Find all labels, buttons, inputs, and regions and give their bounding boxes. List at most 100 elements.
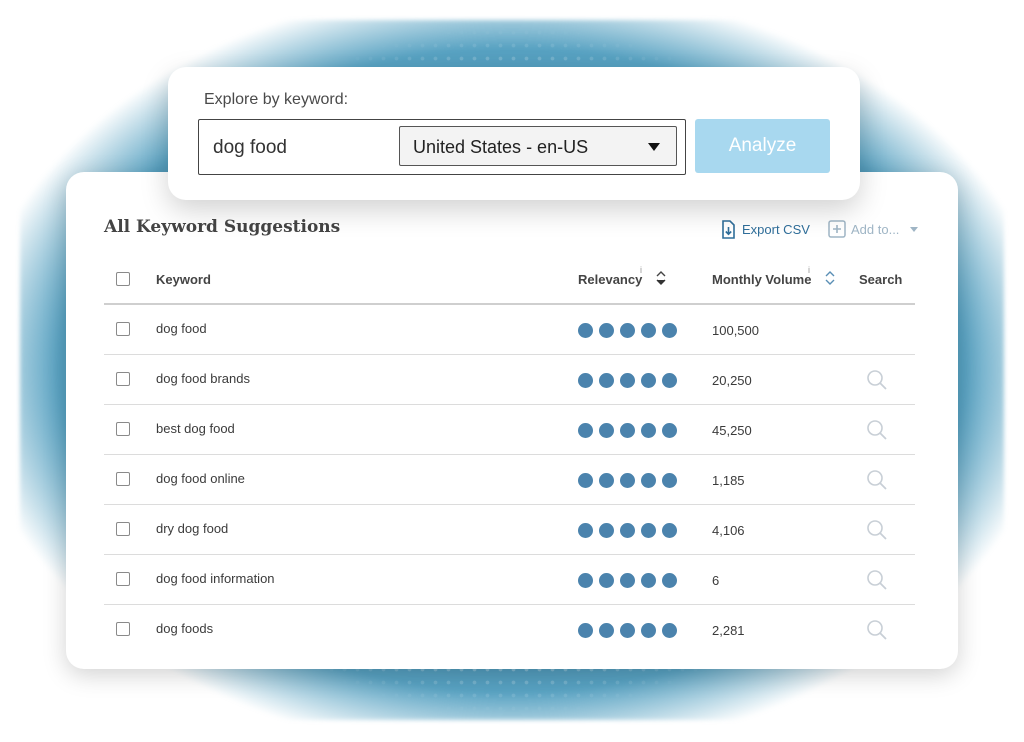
relevancy-dot xyxy=(620,423,635,438)
keyword-cell: dog food brands xyxy=(156,371,250,386)
relevancy-dot xyxy=(641,373,656,388)
relevancy-dot xyxy=(620,373,635,388)
monthly-volume-cell: 4,106 xyxy=(712,523,745,538)
monthly-volume-cell: 6 xyxy=(712,573,720,588)
relevancy-dot xyxy=(620,523,635,538)
keyword-cell: best dog food xyxy=(156,421,235,436)
export-csv-button[interactable]: Export CSV xyxy=(720,218,810,240)
search-label: Explore by keyword: xyxy=(204,91,349,108)
chevron-down-icon xyxy=(910,226,919,232)
table-row: dog food 100,500 xyxy=(104,305,915,355)
analyze-button[interactable]: Analyze xyxy=(695,119,830,173)
column-header-monthly-volume[interactable]: Monthly Volume xyxy=(712,272,811,287)
table-body: dog food 100,500 dog food brands 20,250 best… xyxy=(104,305,915,654)
monthly-volume-cell: 2,281 xyxy=(712,623,745,638)
keyword-suggestions-panel: All Keyword Suggestions Export CSV Add t… xyxy=(66,172,958,669)
magnifier-icon[interactable] xyxy=(866,369,888,391)
relevancy-dot xyxy=(662,373,677,388)
relevancy-dot xyxy=(641,323,656,338)
table-row: dog food brands 20,250 xyxy=(104,355,915,405)
relevancy-dot xyxy=(599,623,614,638)
relevancy-dot xyxy=(599,373,614,388)
row-checkbox[interactable] xyxy=(116,322,130,336)
magnifier-icon[interactable] xyxy=(866,519,888,541)
table-row: dog food online 1,185 xyxy=(104,455,915,505)
relevancy-dot xyxy=(599,523,614,538)
row-checkbox[interactable] xyxy=(116,372,130,386)
export-csv-icon xyxy=(722,219,735,239)
relevancy-dot xyxy=(578,473,593,488)
table-row: best dog food 45,250 xyxy=(104,405,915,455)
monthly-volume-cell: 100,500 xyxy=(712,323,759,338)
monthly-volume-info-icon[interactable]: i xyxy=(808,265,810,275)
keywords-table: Keyword Relevancy i Monthly Volume i Sea… xyxy=(104,255,915,654)
column-header-search: Search xyxy=(859,272,903,287)
table-row: dog foods 2,281 xyxy=(104,605,915,654)
export-csv-label: Export CSV xyxy=(742,221,810,237)
relevancy-dot xyxy=(662,423,677,438)
relevancy-rating xyxy=(578,523,677,538)
table-row: dry dog food 4,106 xyxy=(104,505,915,555)
relevancy-dot xyxy=(662,573,677,588)
relevancy-dot xyxy=(662,323,677,338)
relevancy-dot xyxy=(620,323,635,338)
relevancy-dot xyxy=(599,423,614,438)
keyword-cell: dry dog food xyxy=(156,521,229,536)
keyword-cell: dog food information xyxy=(156,571,275,586)
relevancy-dot xyxy=(662,473,677,488)
keyword-cell: dog food online xyxy=(156,471,245,486)
search-box: United States - en-US xyxy=(198,119,686,175)
keyword-cell: dog foods xyxy=(156,621,214,636)
row-checkbox[interactable] xyxy=(116,472,130,486)
add-to-label: Add to... xyxy=(851,221,900,237)
keyword-explorer-search: Explore by keyword: United States - en-U… xyxy=(168,67,860,200)
relevancy-dot xyxy=(641,423,656,438)
relevancy-rating xyxy=(578,323,677,338)
relevancy-dot xyxy=(578,523,593,538)
relevancy-dot xyxy=(578,623,593,638)
magnifier-icon[interactable] xyxy=(866,619,888,641)
relevancy-dot xyxy=(620,573,635,588)
relevancy-dot xyxy=(578,423,593,438)
row-checkbox[interactable] xyxy=(116,422,130,436)
row-checkbox[interactable] xyxy=(116,622,130,636)
relevancy-rating xyxy=(578,623,677,638)
monthly-volume-cell: 1,185 xyxy=(712,473,745,488)
row-checkbox[interactable] xyxy=(116,572,130,586)
relevancy-dot xyxy=(599,573,614,588)
relevancy-dot xyxy=(641,623,656,638)
magnifier-icon[interactable] xyxy=(866,419,888,441)
relevancy-dot xyxy=(599,323,614,338)
select-all-checkbox[interactable] xyxy=(116,272,130,286)
plus-box-icon xyxy=(828,220,846,238)
relevancy-dot xyxy=(641,523,656,538)
add-to-button[interactable]: Add to... xyxy=(828,218,919,240)
relevancy-dot xyxy=(662,623,677,638)
sort-icon[interactable] xyxy=(824,269,836,287)
relevancy-dot xyxy=(620,623,635,638)
magnifier-icon[interactable] xyxy=(866,469,888,491)
relevancy-rating xyxy=(578,373,677,388)
keyword-cell: dog food xyxy=(156,321,207,336)
column-header-relevancy[interactable]: Relevancy xyxy=(578,272,642,287)
relevancy-info-icon[interactable]: i xyxy=(640,265,642,275)
row-checkbox[interactable] xyxy=(116,522,130,536)
relevancy-rating xyxy=(578,573,677,588)
magnifier-icon[interactable] xyxy=(866,569,888,591)
monthly-volume-cell: 20,250 xyxy=(712,373,752,388)
relevancy-rating xyxy=(578,423,677,438)
relevancy-dot xyxy=(620,473,635,488)
locale-selected-value: United States - en-US xyxy=(413,137,589,157)
relevancy-dot xyxy=(641,573,656,588)
table-header: Keyword Relevancy i Monthly Volume i Sea… xyxy=(104,255,915,305)
relevancy-dot xyxy=(578,573,593,588)
sort-icon[interactable] xyxy=(655,269,667,287)
locale-dropdown[interactable]: United States - en-US xyxy=(399,126,677,166)
relevancy-dot xyxy=(641,473,656,488)
section-title: All Keyword Suggestions xyxy=(104,217,341,237)
relevancy-dot xyxy=(578,323,593,338)
keyword-input[interactable] xyxy=(211,134,395,162)
column-header-keyword[interactable]: Keyword xyxy=(156,272,211,287)
relevancy-rating xyxy=(578,473,677,488)
monthly-volume-cell: 45,250 xyxy=(712,423,752,438)
